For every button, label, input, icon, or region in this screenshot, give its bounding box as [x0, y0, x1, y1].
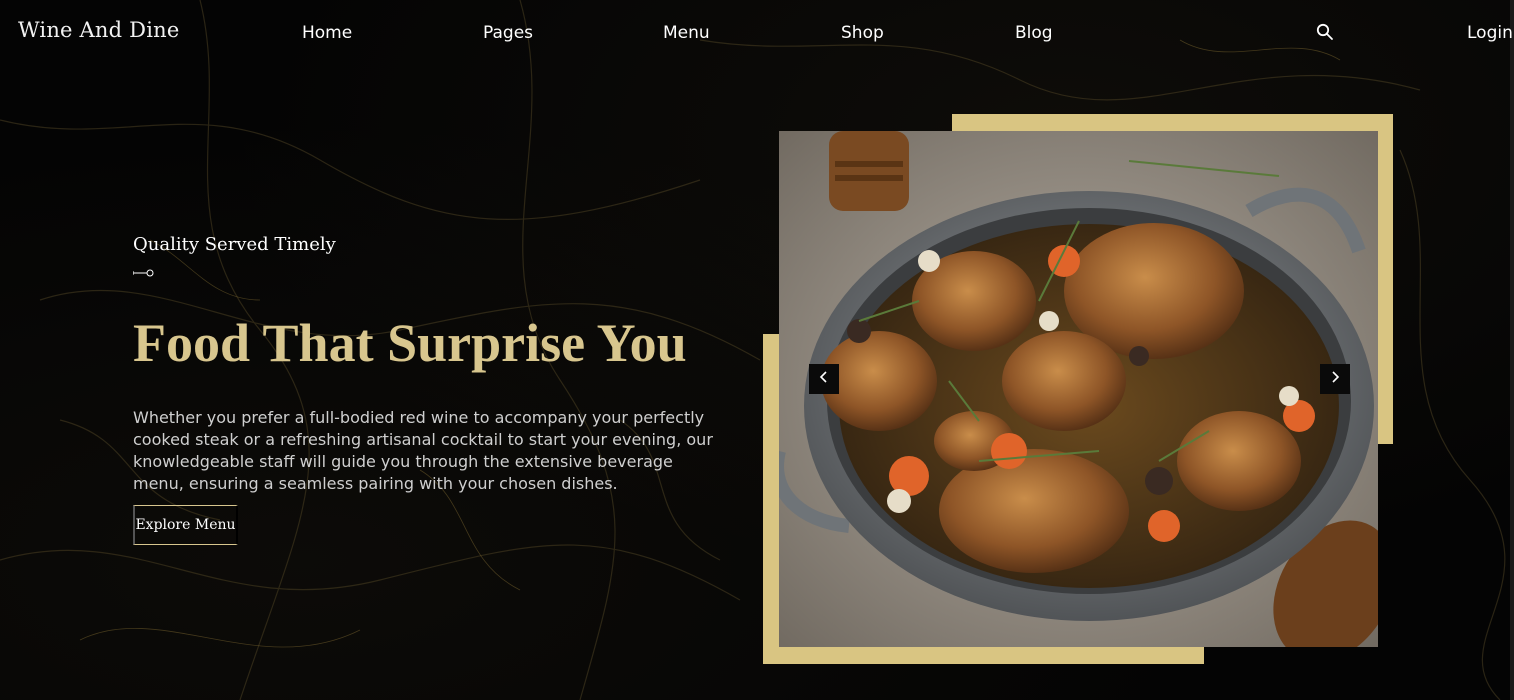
nav-blog[interactable]: Blog	[1015, 23, 1053, 43]
search-icon[interactable]	[1316, 23, 1334, 41]
nav-home[interactable]: Home	[302, 23, 352, 43]
hero-eyebrow: Quality Served Timely	[133, 234, 336, 255]
window-edge	[1510, 0, 1514, 700]
chevron-right-icon	[1330, 370, 1340, 388]
slider-prev-button[interactable]	[809, 364, 839, 394]
explore-menu-button[interactable]: Explore Menu	[133, 505, 238, 545]
nav-shop[interactable]: Shop	[841, 23, 884, 43]
chevron-left-icon	[819, 370, 829, 388]
hero-headline: Food That Surprise You	[133, 313, 687, 373]
site-logo[interactable]: Wine And Dine	[18, 18, 179, 42]
top-navigation: Wine And Dine Home Pages Menu Shop Blog …	[0, 0, 1514, 66]
nav-pages[interactable]: Pages	[483, 23, 533, 43]
slider-next-button[interactable]	[1320, 364, 1350, 394]
divider-ornament-icon	[132, 264, 155, 282]
hero-food-image	[779, 131, 1378, 647]
hero-description: Whether you prefer a full-bodied red win…	[133, 408, 713, 493]
nav-menu[interactable]: Menu	[663, 23, 710, 43]
login-link[interactable]: Login	[1467, 23, 1513, 43]
